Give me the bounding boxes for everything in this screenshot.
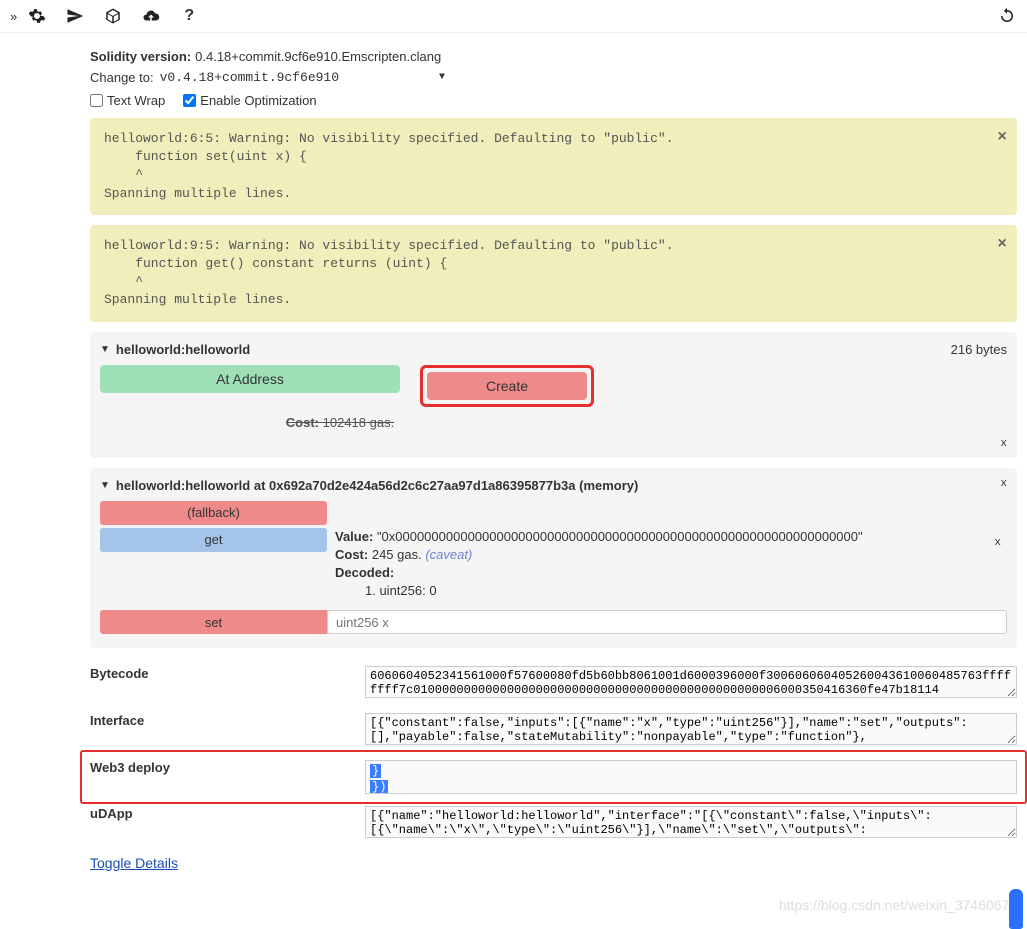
toggle-details-link[interactable]: Toggle Details — [90, 855, 178, 871]
watermark: https://blog.csdn.net/weixin_37460672 — [779, 897, 1017, 913]
create-button[interactable]: Create — [427, 372, 587, 400]
web3-deploy-value[interactable]: } }) — [365, 760, 1017, 794]
change-to-label: Change to: — [90, 70, 154, 85]
send-icon[interactable] — [65, 6, 85, 26]
warning-text: helloworld:9:5: Warning: No visibility s… — [104, 237, 1003, 310]
version-select[interactable]: v0.4.18+commit.9cf6e910 ▼ — [160, 70, 445, 85]
help-icon[interactable]: ? — [179, 6, 199, 26]
instance-panel: x ▼ helloworld:helloworld at 0x692a70d2e… — [90, 468, 1017, 649]
udapp-value[interactable] — [365, 806, 1017, 838]
version-label: Solidity version: — [90, 49, 191, 64]
bytecode-value[interactable] — [365, 666, 1017, 698]
get-button[interactable]: get — [100, 528, 327, 552]
contract-cost: Cost: 102418 gas. — [100, 415, 580, 430]
warning-text: helloworld:6:5: Warning: No visibility s… — [104, 130, 1003, 203]
contract-name: helloworld:helloworld — [116, 342, 250, 357]
collapse-icon[interactable]: ▼ — [100, 480, 110, 491]
enable-opt-label: Enable Optimization — [200, 93, 316, 108]
version-select-value: v0.4.18+commit.9cf6e910 — [160, 70, 339, 85]
fallback-button[interactable]: (fallback) — [100, 501, 327, 525]
close-icon[interactable]: x — [994, 536, 1001, 551]
contract-size: 216 bytes — [951, 342, 1007, 357]
udapp-label: uDApp — [90, 806, 365, 821]
toolbar: » ? — [0, 0, 1027, 33]
bytecode-label: Bytecode — [90, 666, 365, 681]
close-icon[interactable]: x — [1000, 438, 1007, 450]
cube-icon[interactable] — [103, 6, 123, 26]
close-icon[interactable]: x — [1000, 478, 1007, 490]
expand-icon[interactable]: » — [10, 9, 17, 24]
instance-title: helloworld:helloworld at 0x692a70d2e424a… — [116, 478, 638, 493]
details-table: Bytecode Interface Web3 deploy } }) uDAp… — [90, 660, 1017, 847]
enable-opt-input[interactable] — [183, 94, 196, 107]
warning-box-1: × helloworld:6:5: Warning: No visibility… — [90, 118, 1017, 215]
refresh-icon[interactable] — [997, 6, 1017, 26]
text-wrap-label: Text Wrap — [107, 93, 165, 108]
enable-opt-checkbox[interactable]: Enable Optimization — [183, 93, 316, 108]
text-wrap-checkbox[interactable]: Text Wrap — [90, 93, 165, 108]
close-icon[interactable]: × — [997, 126, 1007, 148]
set-button[interactable]: set — [100, 610, 327, 634]
at-address-button[interactable]: At Address — [100, 365, 400, 393]
get-result: x Value: "0x0000000000000000000000000000… — [335, 528, 1007, 601]
collapse-icon[interactable]: ▼ — [100, 344, 110, 355]
gear-icon[interactable] — [27, 6, 47, 26]
cloud-upload-icon[interactable] — [141, 6, 161, 26]
chevron-down-icon: ▼ — [439, 72, 445, 83]
interface-value[interactable] — [365, 713, 1017, 745]
create-highlight: Create — [420, 365, 594, 407]
change-version-row: Change to: v0.4.18+commit.9cf6e910 ▼ — [90, 70, 1017, 85]
warning-box-2: × helloworld:9:5: Warning: No visibility… — [90, 225, 1017, 322]
set-input[interactable] — [327, 610, 1007, 634]
close-icon[interactable]: × — [997, 233, 1007, 255]
pen-annotation-icon — [1009, 889, 1023, 929]
contract-panel: ▼ helloworld:helloworld 216 bytes At Add… — [90, 332, 1017, 458]
web3-deploy-label: Web3 deploy — [90, 760, 365, 775]
version-value: 0.4.18+commit.9cf6e910.Emscripten.clang — [195, 49, 441, 64]
interface-label: Interface — [90, 713, 365, 728]
text-wrap-input[interactable] — [90, 94, 103, 107]
solidity-version-row: Solidity version: 0.4.18+commit.9cf6e910… — [90, 49, 1017, 64]
